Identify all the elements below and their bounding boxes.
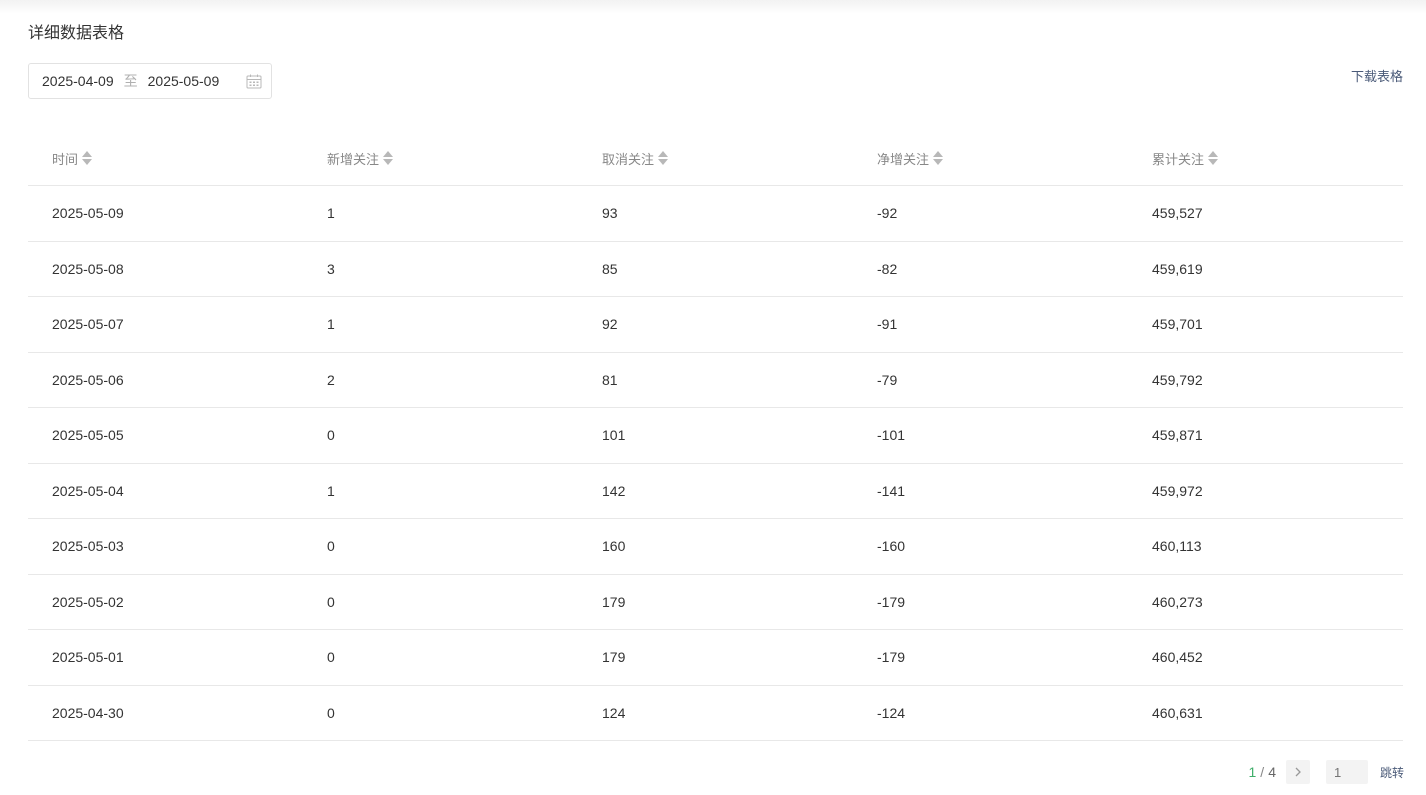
column-header-label: 新增关注 [327, 151, 380, 167]
cell-net-follows: -92 [877, 205, 898, 222]
download-table-link[interactable]: 下载表格 [1351, 66, 1403, 85]
cell-total-follows: 459,527 [1152, 205, 1203, 222]
cell-total-follows: 459,701 [1152, 316, 1203, 333]
cell-new-follows: 2 [327, 371, 335, 388]
cell-time: 2025-05-07 [52, 316, 124, 333]
table-header: 时间 新增关注 取消关注 净增关注 累计关注 [28, 131, 1403, 186]
sort-icon[interactable] [82, 151, 93, 165]
cell-new-follows: 0 [327, 593, 335, 610]
top-shadow [0, 0, 1426, 14]
cell-unfollows: 179 [602, 649, 626, 666]
cell-unfollows: 81 [602, 371, 618, 388]
cell-net-follows: -79 [877, 371, 898, 388]
cell-unfollows: 179 [602, 593, 626, 610]
sort-icon[interactable] [658, 151, 669, 165]
sort-icon[interactable] [1208, 151, 1219, 165]
date-range-picker[interactable]: 2025-04-09 至 2025-05-09 [28, 63, 272, 99]
chevron-right-icon [1295, 767, 1301, 777]
cell-new-follows: 1 [327, 205, 335, 222]
table-row: 2025-05-01 0 179 -179 460,452 [28, 630, 1403, 686]
column-header-label: 净增关注 [877, 151, 930, 167]
cell-unfollows: 93 [602, 205, 618, 222]
column-header-label: 时间 [52, 151, 79, 167]
cell-total-follows: 459,972 [1152, 482, 1203, 499]
date-range-start[interactable]: 2025-04-09 [42, 73, 114, 89]
next-page-button[interactable] [1285, 760, 1310, 784]
column-header-label: 累计关注 [1152, 151, 1205, 167]
table-row: 2025-05-04 1 142 -141 459,972 [28, 464, 1403, 519]
cell-net-follows: -179 [877, 593, 906, 610]
cell-time: 2025-05-04 [52, 482, 124, 499]
pagination: 1 / 4 跳转 [1248, 760, 1404, 784]
table-row: 2025-05-05 0 101 -101 459,871 [28, 408, 1403, 464]
cell-total-follows: 459,619 [1152, 260, 1203, 277]
cell-net-follows: -160 [877, 538, 906, 555]
cell-total-follows: 460,452 [1152, 649, 1203, 666]
column-header-unfollows[interactable]: 取消关注 [578, 149, 853, 168]
cell-new-follows: 3 [327, 260, 335, 277]
cell-total-follows: 459,792 [1152, 371, 1203, 388]
cell-time: 2025-05-02 [52, 593, 124, 610]
cell-net-follows: -141 [877, 482, 906, 499]
date-range-end[interactable]: 2025-05-09 [148, 73, 220, 89]
cell-net-follows: -101 [877, 427, 906, 444]
date-range-separator: 至 [123, 73, 138, 89]
cell-net-follows: -179 [877, 649, 906, 666]
cell-new-follows: 0 [327, 649, 335, 666]
column-header-new-follows[interactable]: 新增关注 [303, 149, 578, 168]
sort-icon[interactable] [933, 151, 944, 165]
sort-icon[interactable] [383, 151, 394, 165]
cell-new-follows: 0 [327, 704, 335, 721]
page-jump-input[interactable] [1325, 760, 1368, 784]
calendar-icon[interactable] [246, 74, 262, 89]
cell-total-follows: 459,871 [1152, 427, 1203, 444]
column-header-net-follows[interactable]: 净增关注 [853, 149, 1128, 168]
page-current: 1 [1248, 764, 1257, 780]
cell-new-follows: 1 [327, 482, 335, 499]
table-row: 2025-05-07 1 92 -91 459,701 [28, 297, 1403, 353]
cell-unfollows: 101 [602, 427, 626, 444]
cell-new-follows: 1 [327, 316, 335, 333]
cell-total-follows: 460,631 [1152, 704, 1203, 721]
table-row: 2025-05-03 0 160 -160 460,113 [28, 519, 1403, 575]
column-header-time[interactable]: 时间 [28, 149, 303, 168]
cell-unfollows: 142 [602, 482, 626, 499]
cell-unfollows: 85 [602, 260, 618, 277]
cell-time: 2025-05-06 [52, 371, 124, 388]
cell-time: 2025-05-08 [52, 260, 124, 277]
cell-unfollows: 92 [602, 316, 618, 333]
table-row: 2025-05-02 0 179 -179 460,273 [28, 575, 1403, 630]
cell-time: 2025-05-03 [52, 538, 124, 555]
cell-time: 2025-05-09 [52, 205, 124, 222]
table-row: 2025-04-30 0 124 -124 460,631 [28, 686, 1403, 741]
page-slash: / [1260, 764, 1265, 780]
cell-net-follows: -124 [877, 704, 906, 721]
cell-time: 2025-05-01 [52, 649, 124, 666]
table-row: 2025-05-06 2 81 -79 459,792 [28, 353, 1403, 408]
table-row: 2025-05-08 3 85 -82 459,619 [28, 242, 1403, 297]
data-table: 时间 新增关注 取消关注 净增关注 累计关注 2025-05-09 1 93 -… [28, 131, 1403, 741]
cell-net-follows: -91 [877, 316, 898, 333]
page: 详细数据表格 2025-04-09 至 2025-05-09 下载表格 时间 新… [0, 0, 1426, 795]
cell-time: 2025-05-05 [52, 427, 124, 444]
cell-unfollows: 124 [602, 704, 626, 721]
cell-unfollows: 160 [602, 538, 626, 555]
cell-total-follows: 460,273 [1152, 593, 1203, 610]
column-header-total-follows[interactable]: 累计关注 [1128, 149, 1403, 168]
column-header-label: 取消关注 [602, 151, 655, 167]
section-title: 详细数据表格 [28, 25, 125, 42]
jump-button[interactable]: 跳转 [1380, 764, 1404, 781]
cell-total-follows: 460,113 [1152, 538, 1202, 555]
page-total: 4 [1268, 764, 1276, 780]
cell-net-follows: -82 [877, 260, 898, 277]
cell-new-follows: 0 [327, 538, 335, 555]
table-row: 2025-05-09 1 93 -92 459,527 [28, 186, 1403, 242]
cell-time: 2025-04-30 [52, 704, 124, 721]
cell-new-follows: 0 [327, 427, 335, 444]
